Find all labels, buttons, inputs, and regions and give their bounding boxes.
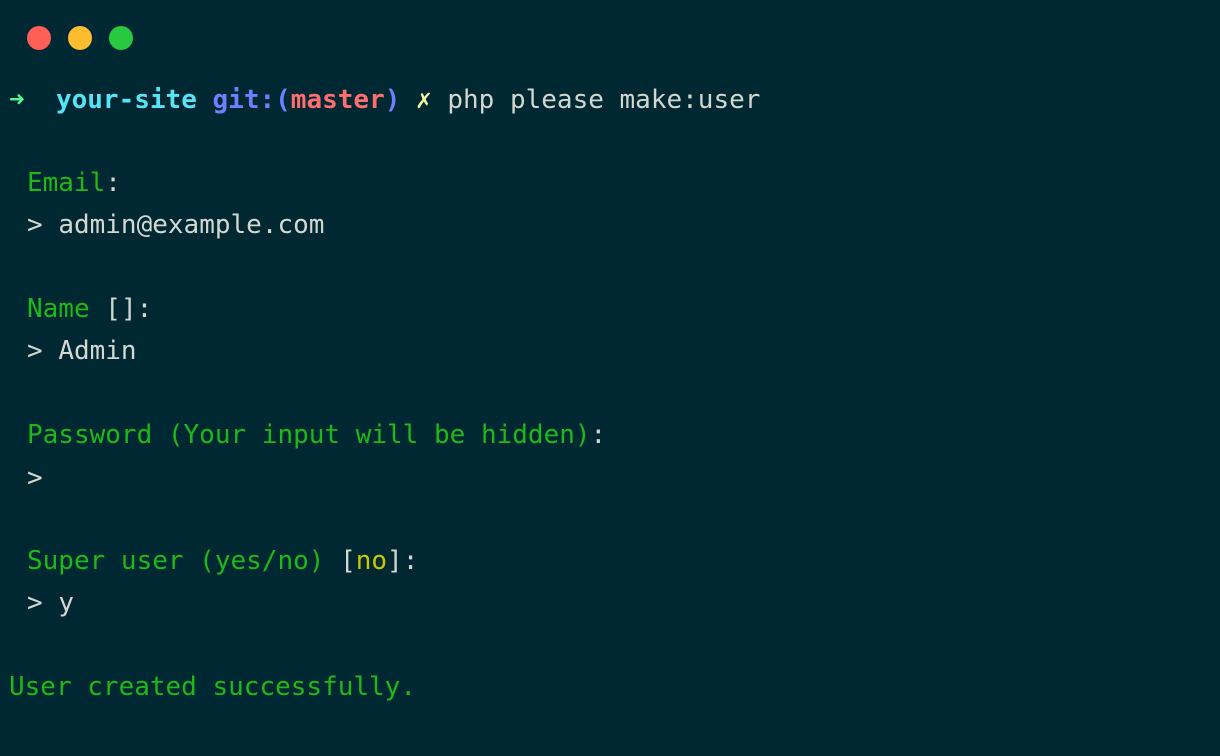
name-answer: Admin	[58, 336, 137, 366]
git-prefix: git:(	[212, 85, 291, 115]
email-label: Email	[27, 168, 106, 198]
name-colon: :	[136, 294, 153, 324]
super-user-question: Super user (yes/no) [no]:	[27, 545, 418, 577]
name-default-close: ]	[120, 294, 137, 324]
password-question: Password (Your input will be hidden):	[27, 419, 606, 451]
email-colon: :	[105, 168, 121, 198]
prompt-arrow-icon: ➜	[9, 85, 25, 115]
name-label: Name	[27, 294, 90, 324]
super-user-colon: :	[402, 546, 419, 576]
password-answer-line: >	[27, 462, 43, 494]
name-default-open: [	[89, 294, 121, 324]
close-icon[interactable]	[27, 26, 51, 50]
terminal-window[interactable]: ➜ your-site git:(master) ✗ php please ma…	[0, 0, 1220, 756]
zoom-icon[interactable]	[109, 26, 133, 50]
name-answer-line: > Admin	[27, 335, 137, 367]
email-answer: admin@example.com	[58, 210, 325, 240]
command-text: php please make:user	[447, 85, 761, 115]
super-user-label: Super user (yes/no)	[27, 546, 325, 576]
minimize-icon[interactable]	[68, 26, 92, 50]
password-label: Password (Your input will be hidden)	[27, 420, 591, 450]
window-controls	[27, 26, 133, 50]
name-question: Name []:	[27, 293, 152, 325]
password-colon: :	[590, 420, 607, 450]
success-message: User created successfully.	[9, 671, 416, 703]
dirty-mark-icon: ✗	[416, 85, 432, 115]
super-user-default-value: no	[355, 546, 388, 576]
email-answer-prefix: >	[27, 210, 59, 240]
email-question: Email:	[27, 167, 121, 199]
success-text: User created successfully.	[9, 672, 416, 702]
super-user-answer-prefix: >	[27, 588, 59, 618]
super-user-answer: y	[58, 588, 74, 618]
super-user-default-close: ]	[387, 546, 403, 576]
super-user-default-open: [	[324, 546, 356, 576]
prompt-directory: your-site	[55, 85, 197, 115]
password-answer-prefix: >	[27, 463, 43, 493]
super-user-answer-line: > y	[27, 587, 74, 619]
command-prompt-line: ➜ your-site git:(master) ✗ php please ma…	[9, 84, 760, 116]
name-answer-prefix: >	[27, 336, 59, 366]
email-answer-line: > admin@example.com	[27, 209, 324, 241]
git-branch: master	[290, 85, 385, 115]
git-suffix: )	[384, 85, 401, 115]
